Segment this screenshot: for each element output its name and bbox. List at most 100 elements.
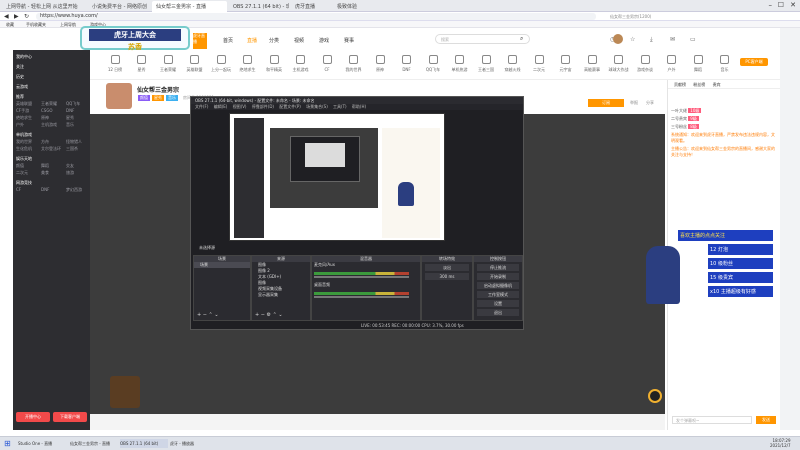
pc-client-button[interactable]: PC客户端 [740,58,768,66]
category-item[interactable]: 户外 [661,55,683,73]
sidebar-item[interactable]: DNF [38,186,63,193]
star-icon[interactable]: ☆ [630,36,635,43]
add-source-icon[interactable]: + − ⚙ ⌃ ⌄ [255,312,283,318]
obs-menu-item[interactable]: 文件(F) [195,104,208,109]
studio-mode-button[interactable]: 工作室模式 [477,291,519,298]
maximize-icon[interactable]: ☐ [778,1,784,9]
avatar[interactable] [613,34,623,44]
category-item[interactable]: 王者三国 [475,55,497,73]
category-item[interactable]: 和平精英 [263,55,285,73]
back-icon[interactable]: ◀ [4,13,9,20]
sidebar-item[interactable]: 原神 [38,114,63,121]
category-item[interactable]: 绝地求生 [237,55,259,73]
sidebar-item[interactable]: CF [13,186,38,193]
sidebar-item[interactable]: 生化危机 [13,145,38,152]
sidebar-section-title[interactable]: 云游戏 [13,83,90,90]
address-search-hint[interactable]: 仙女帮三金男宗(1200) [610,13,690,20]
bookmark-item[interactable]: 手机收藏夹 [26,22,46,28]
category-item[interactable]: 二次元 [528,55,550,73]
sidebar-item[interactable]: 绝地求生 [13,114,38,121]
obs-menu-item[interactable]: 编辑(E) [214,104,228,109]
category-item[interactable]: 主机游戏 [290,55,312,73]
obs-menu-item[interactable]: 工具(T) [333,104,347,109]
virtual-camera-button[interactable]: 启动虚拟摄像机 [477,282,519,289]
obs-menu-item[interactable]: 停靠部件(D) [252,104,274,109]
sidebar-section-title[interactable]: 网游竞技 [13,179,90,186]
sidebar-item[interactable]: 户外 [13,121,38,128]
browser-tab[interactable]: 小说免费平台 - 网络原创 [88,1,150,12]
sidebar-item[interactable]: 主机游戏 [38,121,63,128]
rank-row[interactable]: 一叶大佬 10级 [668,107,780,115]
share-link[interactable]: 分享 [646,100,654,106]
nav-game[interactable]: 游戏 [319,37,329,44]
message-icon[interactable]: ✉ [670,36,675,43]
sidebar-section-title[interactable]: 单机游戏 [13,131,90,138]
category-item[interactable]: 英雄联盟 [184,55,206,73]
category-item[interactable]: 上分一起玩 [210,55,232,73]
nav-live[interactable]: 直播 [247,37,257,44]
treasure-icon[interactable] [110,376,140,408]
obs-menu-item[interactable]: 场景集合(S) [306,104,328,109]
sidebar-item[interactable]: 星秀 [63,114,88,121]
category-item[interactable]: 舞蹈 [687,55,709,73]
clock[interactable]: 18:07:29 2021/12/7 [770,438,791,448]
rank-row[interactable]: 二号贵宾 9级 [668,115,780,123]
sidebar-item[interactable]: 梦幻西游 [63,186,88,193]
sidebar-section-title[interactable]: 我的中心 [13,53,90,60]
category-item[interactable]: 元宇宙 [555,55,577,73]
nav-events[interactable]: 赛事 [344,37,354,44]
transition-select[interactable]: 淡出 [425,264,469,271]
nav-video[interactable]: 视频 [294,37,304,44]
room-tag[interactable]: 音乐 [166,95,178,101]
sidebar-item[interactable]: 怪物猎人 [63,138,88,145]
category-item[interactable]: 原神 [369,55,391,73]
duration-field[interactable]: 300 ms [425,273,469,280]
exit-button[interactable]: 退出 [477,309,519,316]
sidebar-item[interactable]: CSGO [38,107,63,114]
category-item[interactable]: 游戏杂谈 [634,55,656,73]
download-icon[interactable]: ⤓ [650,36,653,44]
sidebar-item[interactable]: 王者荣耀 [38,100,63,107]
room-tag[interactable]: 星秀 [152,95,164,101]
bookmark-item[interactable]: 收藏 [6,22,14,28]
category-item[interactable]: QQ飞车 [422,55,444,73]
nav-home[interactable]: 首页 [223,37,233,44]
sidebar-item[interactable]: 我的世界 [13,138,38,145]
minimize-icon[interactable]: – [769,1,773,9]
nav-category[interactable]: 分类 [269,37,279,44]
sidebar-item[interactable]: 方舟 [38,138,63,145]
start-recording-button[interactable]: 开始录制 [477,273,519,280]
taskbar-app[interactable]: OBS 27.1.1 (64 bit) [120,439,168,448]
bookmark-item[interactable]: 上网导航 [60,22,76,28]
category-item[interactable]: 穿越火线 [502,55,524,73]
category-item[interactable]: 我的世界 [343,55,365,73]
obs-preview[interactable] [229,113,445,241]
sidebar-section-title[interactable]: 关注 [13,63,90,70]
category-item[interactable]: CF [316,55,338,72]
refresh-icon[interactable]: ↻ [24,13,29,20]
sidebar-item[interactable]: 美食 [38,169,63,176]
obs-menu-item[interactable]: 视图(V) [233,104,247,109]
browser-tab[interactable]: OBS 27.1.1 (64 bit) - 现场直播 [229,1,289,12]
sidebar-item[interactable]: 音乐 [63,121,88,128]
sidebar-item[interactable]: 二次元 [13,169,38,176]
obs-menu-item[interactable]: 帮助(H) [352,104,366,109]
sidebar-item[interactable]: 英雄联盟 [13,100,38,107]
sidebar-item[interactable]: DNF [63,107,88,114]
url-field[interactable]: https://www.huya.com/ [36,13,596,20]
browser-tab[interactable]: 虎牙直播 [291,1,331,12]
rank-row[interactable]: 三号粉丝 8级 [668,123,780,131]
scene-item[interactable]: 场景 [194,262,250,268]
category-item[interactable]: 球球大作战 [608,55,630,73]
promo-banner[interactable]: 虎牙上周大会 苏香 [80,26,190,51]
room-tag[interactable]: 颜值 [138,95,150,101]
video-player[interactable]: OBS 27.1.1 (64-bit, windows) - 配置文件: 未命名… [90,96,665,414]
browser-tab[interactable]: 上网导航 - 轻松上网 从这里开始 [2,1,86,12]
sidebar-item[interactable]: 舞蹈 [38,162,63,169]
taskbar-app[interactable]: Studio One - 直播 [18,439,68,448]
volume-slider[interactable] [314,296,409,298]
sidebar-item[interactable]: 艾尔登法环 [38,145,63,152]
browser-tab[interactable]: 极致体验 [333,1,373,12]
tab-contribution[interactable]: 贡献榜 [674,82,686,87]
sidebar-item[interactable]: QQ飞车 [63,100,88,107]
